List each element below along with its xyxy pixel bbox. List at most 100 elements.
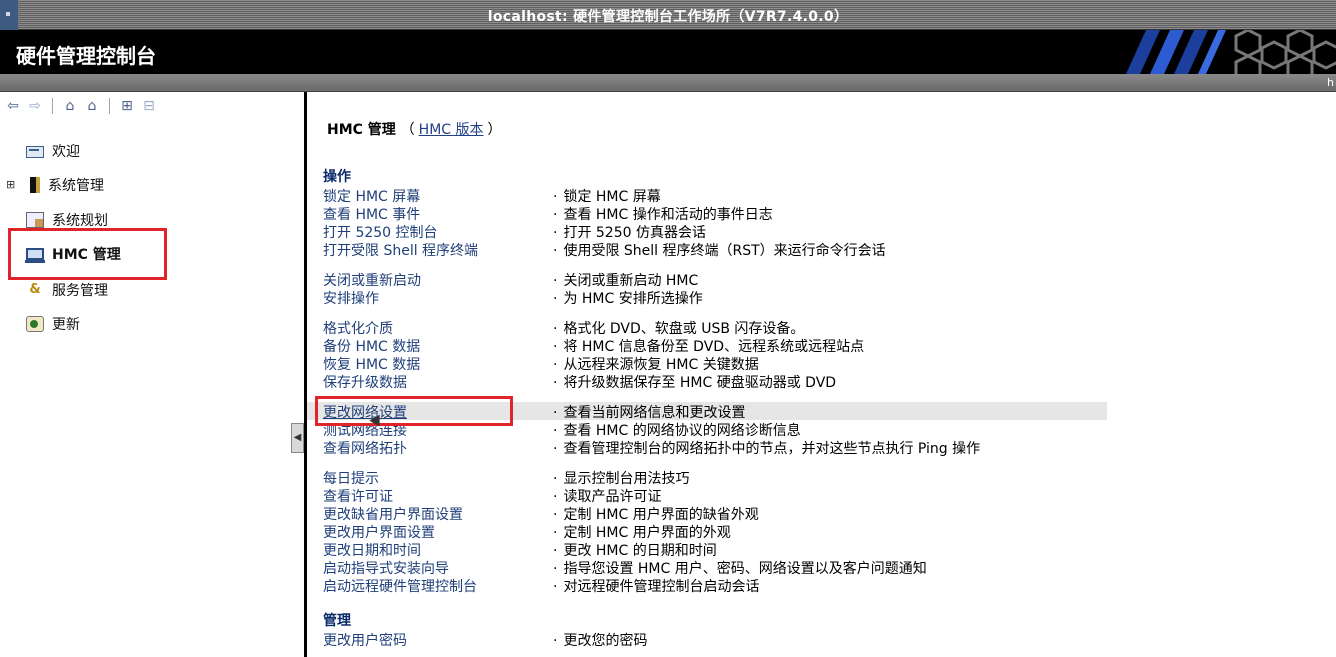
toolbar-separator	[109, 98, 110, 114]
task-description: 关闭或重新启动 HMC	[553, 270, 698, 290]
task-row[interactable]: 打开受限 Shell 程序终端 使用受限 Shell 程序终端（RST）来运行命…	[307, 240, 1107, 260]
task-description: 使用受限 Shell 程序终端（RST）来运行命令行会话	[553, 240, 885, 260]
app-banner: 硬件管理控制台	[0, 30, 1336, 74]
nav-item-label: 更新	[52, 317, 80, 333]
nav-item-updates[interactable]: 更新	[26, 313, 80, 335]
task-row[interactable]: 关闭或重新启动 关闭或重新启动 HMC	[307, 270, 1107, 290]
service-management-icon: &	[29, 282, 41, 297]
task-description: 显示控制台用法技巧	[553, 468, 689, 488]
task-description: 从远程来源恢复 HMC 关键数据	[553, 354, 758, 374]
back-arrow-icon[interactable]: ⇦	[4, 97, 22, 115]
task-link[interactable]: 更改用户密码	[323, 630, 407, 650]
task-description: 格式化 DVD、软盘或 USB 闪存设备。	[553, 318, 804, 338]
welcome-icon	[26, 146, 44, 158]
heading-paren-open: （	[400, 122, 415, 138]
systems-management-icon	[30, 177, 40, 193]
task-description: 查看 HMC 操作和活动的事件日志	[553, 204, 772, 224]
collapse-nav-button[interactable]: ◀	[291, 423, 304, 453]
task-link[interactable]: 启动远程硬件管理控制台	[323, 576, 477, 596]
task-row[interactable]: 每日提示 显示控制台用法技巧	[307, 468, 1107, 488]
task-link[interactable]: 锁定 HMC 屏幕	[323, 186, 420, 206]
task-link[interactable]: 每日提示	[323, 468, 379, 488]
window-title-bar[interactable]: localhost: 硬件管理控制台工作场所（V7R7.4.0.0）	[0, 0, 1336, 30]
highlight-annotation-task	[315, 396, 513, 426]
task-row[interactable]: 查看许可证 读取产品许可证	[307, 486, 1107, 506]
task-link[interactable]: 更改用户界面设置	[323, 522, 435, 542]
app-title: 硬件管理控制台	[16, 44, 156, 68]
task-row[interactable]: 更改日期和时间 更改 HMC 的日期和时间	[307, 540, 1107, 560]
task-row[interactable]: 安排操作 为 HMC 安排所选操作	[307, 288, 1107, 308]
heading-paren-close: ）	[487, 122, 502, 138]
task-link[interactable]: 查看 HMC 事件	[323, 204, 420, 224]
updates-icon	[26, 316, 44, 332]
task-description: 查看当前网络信息和更改设置	[553, 402, 745, 422]
task-row[interactable]: 查看 HMC 事件 查看 HMC 操作和活动的事件日志	[307, 204, 1107, 224]
task-row[interactable]: 更改缺省用户界面设置 定制 HMC 用户界面的缺省外观	[307, 504, 1107, 524]
task-link[interactable]: 备份 HMC 数据	[323, 336, 420, 356]
nav-toolbar: ⇦ ⇨ ⌂ ⌂ ⊞ ⊟	[4, 96, 158, 116]
task-row[interactable]: 恢复 HMC 数据 从远程来源恢复 HMC 关键数据	[307, 354, 1107, 374]
task-description: 查看管理控制台的网络拓扑中的节点，并对这些节点执行 Ping 操作	[553, 438, 980, 458]
nav-item-service-management[interactable]: & 服务管理	[26, 279, 108, 301]
expand-all-icon[interactable]: ⊞	[118, 97, 136, 115]
task-link[interactable]: 启动指导式安装向导	[323, 558, 449, 578]
collapse-all-icon[interactable]: ⊟	[140, 97, 158, 115]
task-link[interactable]: 查看网络拓扑	[323, 438, 407, 458]
task-link[interactable]: 格式化介质	[323, 318, 393, 338]
nav-item-welcome[interactable]: 欢迎	[26, 140, 80, 162]
task-row[interactable]: 启动远程硬件管理控制台 对远程硬件管理控制台启动会话	[307, 576, 1107, 596]
highlight-annotation-nav	[8, 228, 167, 280]
task-link[interactable]: 打开 5250 控制台	[323, 222, 438, 242]
task-description: 更改 HMC 的日期和时间	[553, 540, 716, 560]
task-row[interactable]: 锁定 HMC 屏幕 锁定 HMC 屏幕	[307, 186, 1107, 206]
task-row[interactable]: 打开 5250 控制台 打开 5250 仿真器会话	[307, 222, 1107, 242]
status-strip: h	[0, 74, 1336, 92]
section-title-management: 管理	[323, 613, 351, 629]
task-row[interactable]: 查看网络拓扑 查看管理控制台的网络拓扑中的节点，并对这些节点执行 Ping 操作	[307, 438, 1107, 458]
task-description: 将升级数据保存至 HMC 硬盘驱动器或 DVD	[553, 372, 836, 392]
system-plans-icon	[26, 212, 44, 228]
task-description: 定制 HMC 用户界面的缺省外观	[553, 504, 758, 524]
nav-item-label: 系统管理	[48, 178, 104, 194]
task-link[interactable]: 安排操作	[323, 288, 379, 308]
task-link[interactable]: 恢复 HMC 数据	[323, 354, 420, 374]
task-link[interactable]: 打开受限 Shell 程序终端	[323, 240, 478, 260]
task-row[interactable]: 保存升级数据 将升级数据保存至 HMC 硬盘驱动器或 DVD	[307, 372, 1107, 392]
content-pane: HMC 管理 （HMC 版本） 操作 锁定 HMC 屏幕 锁定 HMC 屏幕 查…	[307, 92, 1336, 657]
task-link[interactable]: 保存升级数据	[323, 372, 407, 392]
toolbar-separator	[52, 98, 53, 114]
hmc-version-link[interactable]: HMC 版本	[419, 122, 484, 138]
section-title-operations: 操作	[323, 169, 351, 185]
task-description: 定制 HMC 用户界面的外观	[553, 522, 730, 542]
task-row[interactable]: 启动指导式安装向导 指导您设置 HMC 用户、密码、网络设置以及客户问题通知	[307, 558, 1107, 578]
page-title-text: HMC 管理	[327, 122, 396, 138]
task-row[interactable]: 更改用户密码 更改您的密码	[307, 630, 1107, 650]
task-row[interactable]: 备份 HMC 数据 将 HMC 信息备份至 DVD、远程系统或远程站点	[307, 336, 1107, 356]
task-description: 锁定 HMC 屏幕	[553, 186, 660, 206]
task-row[interactable]: 更改用户界面设置 定制 HMC 用户界面的外观	[307, 522, 1107, 542]
task-link[interactable]: 关闭或重新启动	[323, 270, 421, 290]
task-description: 查看 HMC 的网络协议的网络诊断信息	[553, 420, 800, 440]
task-link[interactable]: 更改日期和时间	[323, 540, 421, 560]
task-description: 打开 5250 仿真器会话	[553, 222, 706, 242]
task-link[interactable]: 更改缺省用户界面设置	[323, 504, 463, 524]
user-hint: h	[1327, 76, 1334, 89]
forward-arrow-icon[interactable]: ⇨	[26, 97, 44, 115]
task-description: 为 HMC 安排所选操作	[553, 288, 702, 308]
window-title: localhost: 硬件管理控制台工作场所（V7R7.4.0.0）	[487, 9, 849, 25]
task-row[interactable]: 格式化介质 格式化 DVD、软盘或 USB 闪存设备。	[307, 318, 1107, 338]
home-icon[interactable]: ⌂	[61, 97, 79, 115]
task-link[interactable]: 查看许可证	[323, 486, 393, 506]
task-description: 将 HMC 信息备份至 DVD、远程系统或远程站点	[553, 336, 864, 356]
task-description: 读取产品许可证	[553, 486, 661, 506]
page-title: HMC 管理 （HMC 版本）	[327, 119, 502, 139]
set-home-icon[interactable]: ⌂	[83, 97, 101, 115]
ibm-logo-graphic	[1126, 30, 1336, 74]
task-description: 指导您设置 HMC 用户、密码、网络设置以及客户问题通知	[553, 558, 926, 578]
nav-item-label: 欢迎	[52, 144, 80, 160]
expand-plus-icon[interactable]: ⊞	[6, 178, 15, 191]
task-description: 更改您的密码	[553, 630, 647, 650]
nav-item-label: 系统规划	[52, 213, 108, 229]
navigation-pane: ⇦ ⇨ ⌂ ⌂ ⊞ ⊟ 欢迎 ⊞ 系统管理 系统规划 HMC 管理 & 服务管理…	[0, 92, 305, 657]
nav-item-systems-management[interactable]: 系统管理	[26, 174, 104, 196]
